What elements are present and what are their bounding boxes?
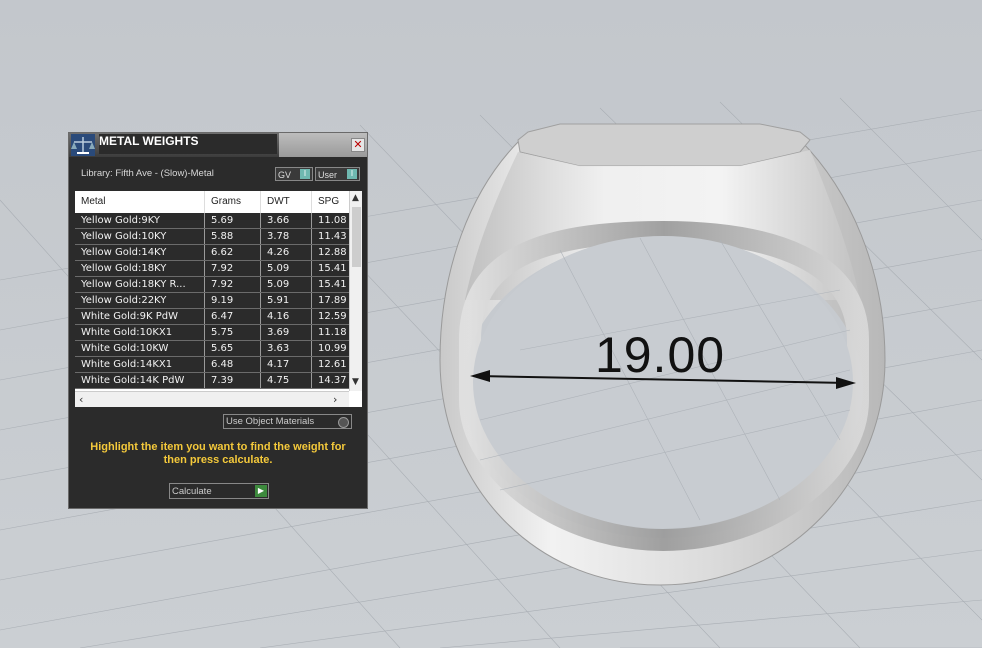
cell-spg: 15.41 (312, 277, 352, 292)
play-arrow-icon: ▶ (255, 485, 267, 497)
calculate-label: Calculate (172, 486, 212, 497)
column-header-spg[interactable]: SPG (312, 191, 352, 213)
scroll-down-icon[interactable]: ▼ (352, 377, 359, 387)
cell-dwt: 3.78 (261, 229, 312, 244)
dimension-label: 19.00 (594, 327, 726, 383)
scroll-left-icon[interactable]: ‹ (79, 393, 83, 406)
cell-spg: 12.88 (312, 245, 352, 260)
cell-spg: 11.08 (312, 213, 352, 228)
table-row[interactable]: White Gold:10KX1 5.75 3.69 11.18 (75, 325, 352, 341)
cell-metal: White Gold:14K PdW (75, 373, 205, 388)
table-row[interactable]: Yellow Gold:9KY 5.69 3.66 11.08 (75, 213, 352, 229)
table-header: Metal Grams DWT SPG (75, 191, 352, 213)
table-row[interactable]: White Gold:14KX1 6.48 4.17 12.61 (75, 357, 352, 373)
horizontal-scrollbar[interactable]: ‹ › (75, 391, 349, 407)
cell-grams: 7.39 (205, 373, 261, 388)
cell-dwt: 3.63 (261, 341, 312, 356)
scroll-right-icon[interactable]: › (333, 393, 337, 406)
cell-grams: 6.47 (205, 309, 261, 324)
table-row[interactable]: Yellow Gold:10KY 5.88 3.78 11.43 (75, 229, 352, 245)
cell-spg: 10.99 (312, 341, 352, 356)
cell-dwt: 5.09 (261, 261, 312, 276)
cell-metal: White Gold:10KX1 (75, 325, 205, 340)
gv-toggle-label: GV (278, 170, 292, 180)
vertical-scroll-thumb[interactable] (352, 207, 361, 267)
ring-head-top (517, 123, 811, 167)
close-icon[interactable]: ✕ (351, 138, 365, 152)
table-row[interactable]: Yellow Gold:18KY R... 7.92 5.09 15.41 (75, 277, 352, 293)
calculate-button[interactable]: Calculate ▶ (169, 483, 269, 499)
table-row[interactable]: White Gold:9K PdW 6.47 4.16 12.59 (75, 309, 352, 325)
cell-metal: Yellow Gold:14KY (75, 245, 205, 260)
cell-grams: 5.75 (205, 325, 261, 340)
cell-spg: 11.18 (312, 325, 352, 340)
metal-weights-panel: METAL WEIGHTS ✕ Library: Fifth Ave - (Sl… (68, 132, 368, 509)
column-header-metal[interactable]: Metal (75, 191, 205, 213)
cell-dwt: 4.17 (261, 357, 312, 372)
cell-grams: 5.69 (205, 213, 261, 228)
table-row[interactable]: Yellow Gold:22KY 9.19 5.91 17.89 (75, 293, 352, 309)
scroll-up-icon[interactable]: ▲ (352, 193, 359, 203)
cell-spg: 14.37 (312, 373, 352, 388)
scale-logo-icon (71, 134, 95, 156)
user-toggle-label: User (318, 170, 338, 180)
cell-dwt: 5.91 (261, 293, 312, 308)
cell-metal: Yellow Gold:9KY (75, 213, 205, 228)
cell-metal: Yellow Gold:10KY (75, 229, 205, 244)
radio-icon[interactable] (338, 417, 349, 428)
cell-grams: 6.48 (205, 357, 261, 372)
table-row[interactable]: Yellow Gold:18KY 7.92 5.09 15.41 (75, 261, 352, 277)
cell-metal: White Gold:14KX1 (75, 357, 205, 372)
cell-spg: 11.43 (312, 229, 352, 244)
column-header-dwt[interactable]: DWT (261, 191, 312, 213)
cell-grams: 6.62 (205, 245, 261, 260)
gv-toggle[interactable]: GV I (275, 167, 313, 181)
cell-spg: 17.89 (312, 293, 352, 308)
cell-spg: 12.61 (312, 357, 352, 372)
cell-dwt: 5.09 (261, 277, 312, 292)
cell-metal: Yellow Gold:22KY (75, 293, 205, 308)
use-object-materials-label: Use Object Materials (226, 416, 315, 427)
table-row[interactable]: Yellow Gold:14KY 6.62 4.26 12.88 (75, 245, 352, 261)
gv-toggle-knob: I (300, 169, 310, 179)
cell-spg: 12.59 (312, 309, 352, 324)
table-row[interactable]: White Gold:14K PdW 7.39 4.75 14.37 (75, 373, 352, 389)
user-toggle[interactable]: User I (315, 167, 360, 181)
instruction-text: Highlight the item you want to find the … (90, 441, 346, 466)
panel-title: METAL WEIGHTS (99, 134, 277, 154)
vertical-scrollbar[interactable]: ▲ ▼ (349, 191, 362, 391)
cell-metal: White Gold:10KW (75, 341, 205, 356)
cell-spg: 15.41 (312, 261, 352, 276)
cell-grams: 7.92 (205, 261, 261, 276)
user-toggle-knob: I (347, 169, 357, 179)
column-header-grams[interactable]: Grams (205, 191, 261, 213)
cell-dwt: 3.69 (261, 325, 312, 340)
panel-titlebar[interactable]: METAL WEIGHTS ✕ (69, 133, 367, 157)
cell-metal: White Gold:9K PdW (75, 309, 205, 324)
cell-dwt: 4.26 (261, 245, 312, 260)
library-label: Library: Fifth Ave - (Slow)-Metal (81, 168, 214, 179)
cell-grams: 9.19 (205, 293, 261, 308)
table-row[interactable]: White Gold:10KW 5.65 3.63 10.99 (75, 341, 352, 357)
cell-grams: 7.92 (205, 277, 261, 292)
metal-table[interactable]: Metal Grams DWT SPG Yellow Gold:9KY 5.69 3… (75, 191, 362, 407)
table-body: Yellow Gold:9KY 5.69 3.66 11.08 Yellow Gold… (75, 213, 352, 389)
cell-dwt: 3.66 (261, 213, 312, 228)
cell-dwt: 4.75 (261, 373, 312, 388)
cell-grams: 5.88 (205, 229, 261, 244)
use-object-materials-option[interactable]: Use Object Materials (223, 414, 352, 429)
cell-metal: Yellow Gold:18KY (75, 261, 205, 276)
cell-metal: Yellow Gold:18KY R... (75, 277, 205, 292)
cell-dwt: 4.16 (261, 309, 312, 324)
cell-grams: 5.65 (205, 341, 261, 356)
